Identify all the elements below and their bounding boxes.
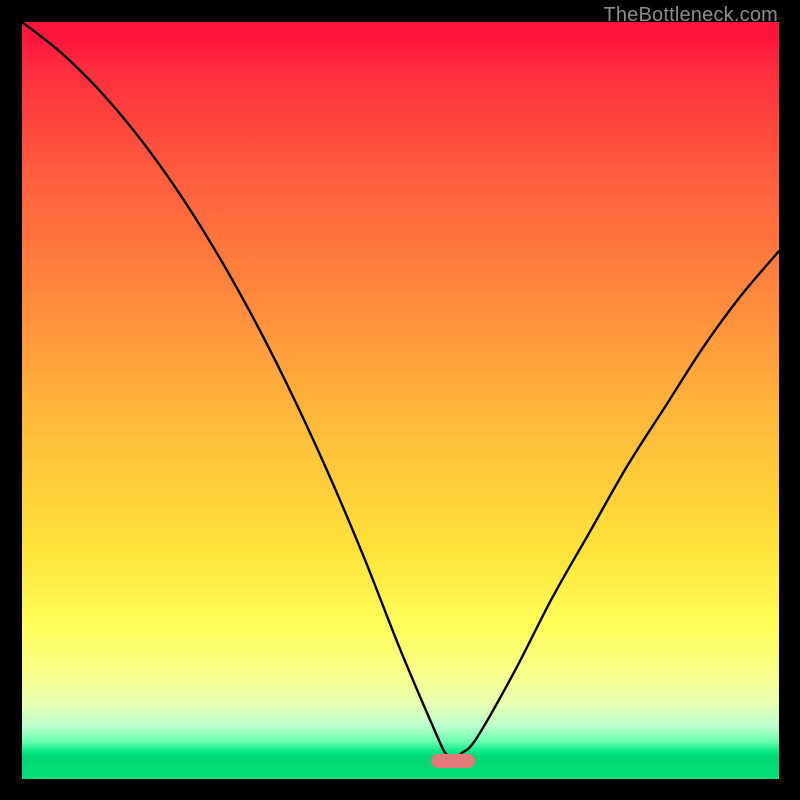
bottleneck-curve <box>22 22 779 779</box>
chart-plot-area <box>22 22 779 779</box>
minimum-marker-pill <box>431 754 475 768</box>
watermark-label: TheBottleneck.com <box>603 4 778 27</box>
curve-line <box>22 22 779 761</box>
